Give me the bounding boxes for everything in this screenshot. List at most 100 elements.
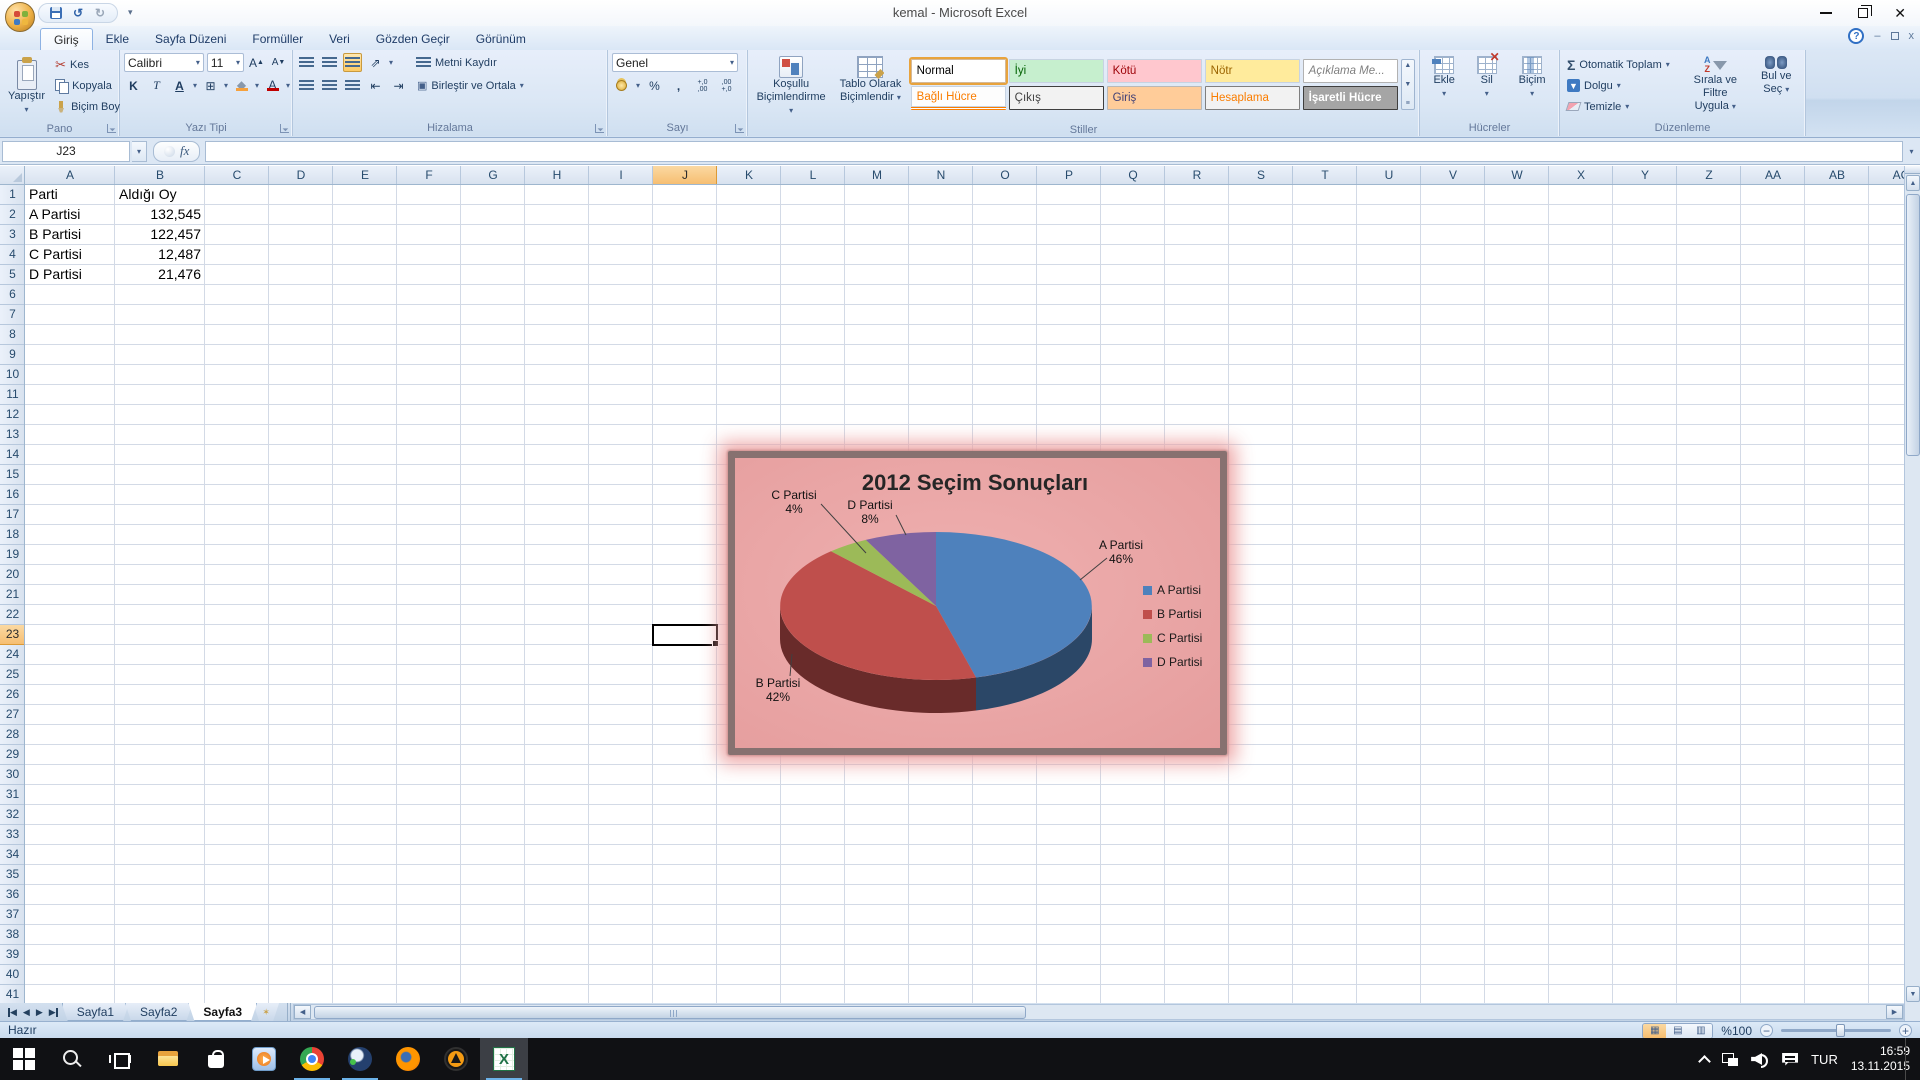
- merge-center-button[interactable]: ▣Birleştir ve Ortala▾: [414, 76, 527, 95]
- grow-font-button[interactable]: A▲: [247, 53, 266, 72]
- row-header-13[interactable]: 13: [0, 425, 25, 445]
- row-header-11[interactable]: 11: [0, 385, 25, 405]
- column-header-s[interactable]: S: [1229, 166, 1293, 185]
- borders-button[interactable]: ⊞: [201, 76, 220, 95]
- row-header-19[interactable]: 19: [0, 545, 25, 565]
- styles-gallery-scrollbar[interactable]: ▲▼≡: [1401, 59, 1415, 110]
- scroll-right-icon[interactable]: ▶: [1886, 1005, 1903, 1019]
- clock[interactable]: 16:5913.11.2015: [1851, 1044, 1910, 1074]
- format-cells-button[interactable]: Biçim▾: [1515, 53, 1550, 118]
- column-header-a[interactable]: A: [25, 166, 115, 185]
- column-header-k[interactable]: K: [717, 166, 781, 185]
- row-header-37[interactable]: 37: [0, 905, 25, 925]
- format-as-table-button[interactable]: Tablo Olarak Biçimlendir ▾: [833, 53, 907, 120]
- cell-b2[interactable]: 132,545: [115, 205, 205, 225]
- taskbar-button-start[interactable]: [0, 1038, 48, 1080]
- column-header-p[interactable]: P: [1037, 166, 1101, 185]
- insert-cells-button[interactable]: Ekle▾: [1429, 53, 1458, 118]
- ribbon-tab-sayfa-düzeni[interactable]: Sayfa Düzeni: [142, 28, 239, 50]
- show-desktop-button[interactable]: [1905, 1038, 1910, 1080]
- row-header-35[interactable]: 35: [0, 865, 25, 885]
- column-header-t[interactable]: T: [1293, 166, 1357, 185]
- number-dialog-launcher[interactable]: [735, 124, 744, 133]
- row-header-8[interactable]: 8: [0, 325, 25, 345]
- column-header-c[interactable]: C: [205, 166, 269, 185]
- accounting-format-button[interactable]: [612, 76, 631, 95]
- align-right-button[interactable]: [343, 76, 362, 95]
- cell-style-giriş[interactable]: Giriş: [1107, 86, 1202, 110]
- column-header-ab[interactable]: AB: [1805, 166, 1869, 185]
- row-header-5[interactable]: 5: [0, 265, 25, 285]
- bold-button[interactable]: K: [124, 76, 143, 95]
- row-header-28[interactable]: 28: [0, 725, 25, 745]
- column-header-v[interactable]: V: [1421, 166, 1485, 185]
- ribbon-tab-görünüm[interactable]: Görünüm: [463, 28, 539, 50]
- cell-b1[interactable]: Aldığı Oy: [115, 185, 205, 205]
- cell-style-i̇yi[interactable]: İyi: [1009, 59, 1104, 83]
- cell-style-çıkış[interactable]: Çıkış: [1009, 86, 1104, 110]
- column-header-aa[interactable]: AA: [1741, 166, 1805, 185]
- row-header-3[interactable]: 3: [0, 225, 25, 245]
- row-header-39[interactable]: 39: [0, 945, 25, 965]
- sheet-tab-sayfa1[interactable]: Sayfa1: [62, 1003, 129, 1021]
- row-header-36[interactable]: 36: [0, 885, 25, 905]
- workbook-restore-button[interactable]: [1891, 32, 1899, 40]
- name-box[interactable]: J23: [2, 141, 130, 162]
- cell-style-nötr[interactable]: Nötr: [1205, 59, 1300, 83]
- taskbar-button-chrome[interactable]: [288, 1038, 336, 1080]
- align-center-button[interactable]: [320, 76, 339, 95]
- column-header-b[interactable]: B: [115, 166, 205, 185]
- taskbar-button-daemon-tools[interactable]: [336, 1038, 384, 1080]
- sort-filter-button[interactable]: AZ Sırala ve Filtre Uygula ▾: [1682, 53, 1748, 118]
- row-header-20[interactable]: 20: [0, 565, 25, 585]
- help-icon[interactable]: ?: [1848, 28, 1864, 44]
- ribbon-tab-veri[interactable]: Veri: [316, 28, 363, 50]
- workbook-minimize-button[interactable]: –: [1874, 31, 1880, 42]
- office-button[interactable]: [5, 2, 35, 32]
- clipboard-dialog-launcher[interactable]: [107, 124, 116, 133]
- election-chart[interactable]: 2012 Seçim Sonuçları A Partisi46%B Parti…: [728, 451, 1227, 755]
- column-header-m[interactable]: M: [845, 166, 909, 185]
- vertical-split-handle[interactable]: [1905, 166, 1920, 174]
- cell-style-bağlı-hücre[interactable]: Bağlı Hücre: [911, 86, 1006, 110]
- column-header-n[interactable]: N: [909, 166, 973, 185]
- close-button[interactable]: ✕: [1894, 6, 1906, 20]
- horizontal-scrollbar[interactable]: ◀ ▶: [293, 1004, 1904, 1020]
- sheet-tab-sayfa2[interactable]: Sayfa2: [125, 1003, 192, 1021]
- column-header-q[interactable]: Q: [1101, 166, 1165, 185]
- row-header-25[interactable]: 25: [0, 665, 25, 685]
- autosum-button[interactable]: ΣOtomatik Toplam▾: [1564, 55, 1679, 74]
- wrap-text-button[interactable]: Metni Kaydır: [413, 53, 500, 72]
- insert-function-button[interactable]: fx: [153, 141, 200, 162]
- row-header-34[interactable]: 34: [0, 845, 25, 865]
- taskbar-button-aimp[interactable]: [432, 1038, 480, 1080]
- language-indicator[interactable]: TUR: [1811, 1052, 1838, 1067]
- row-header-24[interactable]: 24: [0, 645, 25, 665]
- row-header-10[interactable]: 10: [0, 365, 25, 385]
- column-header-h[interactable]: H: [525, 166, 589, 185]
- row-header-4[interactable]: 4: [0, 245, 25, 265]
- page-break-view-icon[interactable]: ▥: [1689, 1024, 1712, 1038]
- restore-button[interactable]: [1858, 8, 1868, 18]
- increase-decimal-button[interactable]: +,0,00: [693, 76, 712, 95]
- name-box-dropdown-icon[interactable]: ▾: [132, 141, 147, 162]
- ribbon-tab-formüller[interactable]: Formüller: [239, 28, 316, 50]
- workbook-close-button[interactable]: x: [1909, 31, 1915, 42]
- next-sheet-icon[interactable]: ▶: [36, 1007, 43, 1018]
- row-header-32[interactable]: 32: [0, 805, 25, 825]
- clear-button[interactable]: Temizle▾: [1564, 97, 1679, 116]
- row-header-30[interactable]: 30: [0, 765, 25, 785]
- column-header-e[interactable]: E: [333, 166, 397, 185]
- middle-align-button[interactable]: [320, 53, 339, 72]
- vertical-scrollbar[interactable]: ▲ ▼: [1904, 166, 1920, 1003]
- column-header-z[interactable]: Z: [1677, 166, 1741, 185]
- cell-a4[interactable]: C Partisi: [25, 245, 115, 265]
- first-sheet-icon[interactable]: ◀: [8, 1007, 17, 1018]
- paste-button[interactable]: Yapıştır▾: [4, 53, 49, 119]
- align-left-button[interactable]: [297, 76, 316, 95]
- row-header-14[interactable]: 14: [0, 445, 25, 465]
- legend-item-4[interactable]: D Partisi: [1143, 650, 1202, 674]
- minimize-button[interactable]: [1820, 12, 1832, 14]
- active-cell-selection[interactable]: [652, 624, 718, 646]
- zoom-slider-handle[interactable]: [1836, 1024, 1845, 1037]
